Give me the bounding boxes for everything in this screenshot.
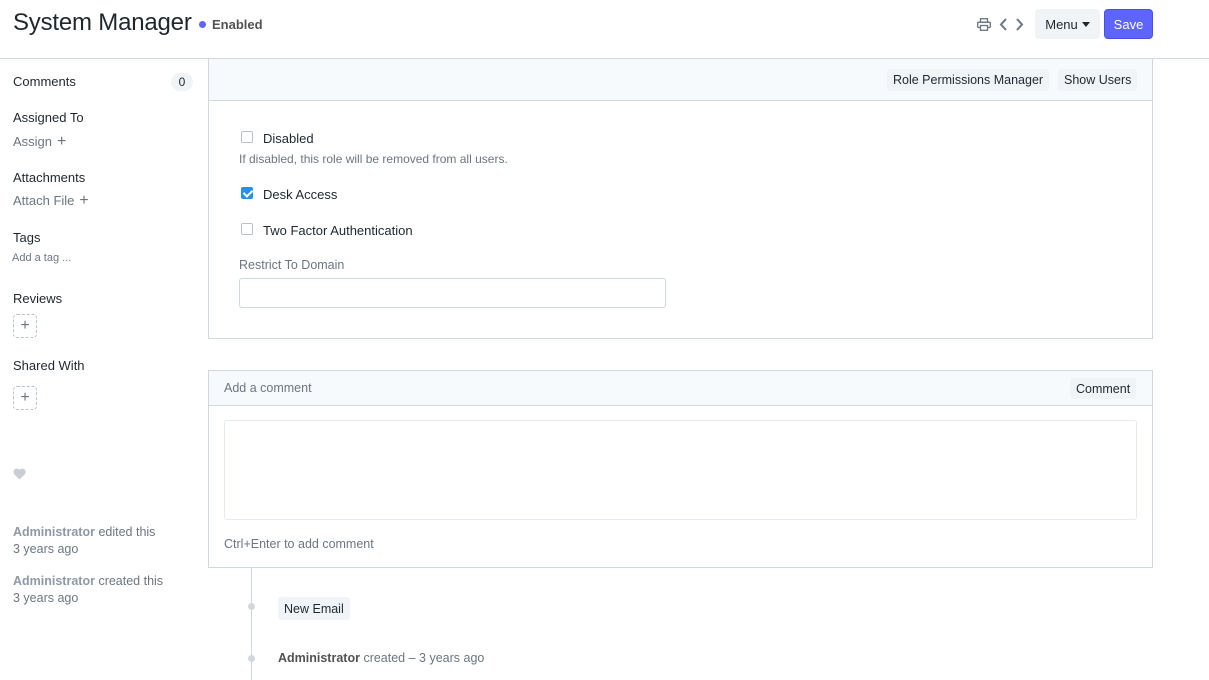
tags-label: Tags	[13, 230, 41, 245]
disabled-checkbox[interactable]	[241, 131, 253, 143]
reviews-label: Reviews	[13, 291, 63, 306]
sidebar-comments-label[interactable]: Comments	[13, 74, 76, 89]
timeline-dot-icon	[248, 655, 255, 662]
activity-user[interactable]: Administrator	[13, 525, 95, 539]
activity-item: Administrator created this 3 years ago	[13, 573, 163, 607]
attach-file-button[interactable]: Attach File +	[13, 192, 89, 209]
desk-access-label: Desk Access	[263, 187, 338, 202]
assign-label: Assign	[13, 134, 53, 149]
add-review-button[interactable]: +	[13, 314, 37, 338]
activity-user[interactable]: Administrator	[13, 574, 95, 588]
status-indicator: Enabled	[199, 17, 263, 32]
attach-file-label: Attach File	[13, 193, 75, 208]
attachments-label: Attachments	[13, 170, 86, 185]
page-title: System Manager	[13, 9, 192, 36]
shared-with-label: Shared With	[13, 358, 85, 373]
timeline-entry-text: created – 3 years ago	[363, 651, 485, 665]
role-permissions-manager-button[interactable]: Role Permissions Manager	[887, 69, 1050, 91]
comment-header: Add a comment Comment	[209, 371, 1152, 406]
plus-icon: +	[79, 192, 89, 209]
comment-input[interactable]	[224, 420, 1137, 520]
desk-access-checkbox[interactable]	[241, 187, 253, 199]
two-factor-label: Two Factor Authentication	[263, 223, 413, 238]
activity-item: Administrator edited this 3 years ago	[13, 524, 155, 558]
assign-button[interactable]: Assign +	[13, 133, 67, 150]
two-factor-checkbox[interactable]	[241, 223, 253, 235]
activity-time: 3 years ago	[13, 591, 79, 605]
show-users-button[interactable]: Show Users	[1058, 69, 1138, 91]
plus-icon: +	[20, 317, 30, 334]
next-record-icon[interactable]	[1010, 14, 1028, 34]
plus-icon: +	[20, 389, 30, 406]
timeline-user[interactable]: Administrator	[278, 651, 360, 665]
comment-placeholder: Add a comment	[224, 381, 312, 395]
activity-action: created this	[98, 574, 164, 588]
disabled-label: Disabled	[263, 131, 314, 146]
timeline-line	[251, 568, 252, 680]
status-dot-icon	[199, 21, 206, 28]
heart-icon[interactable]	[13, 468, 26, 481]
activity-action: edited this	[98, 525, 156, 539]
status-label: Enabled	[212, 17, 263, 32]
comment-button[interactable]: Comment	[1070, 378, 1137, 399]
add-tag-input[interactable]: Add a tag ...	[12, 252, 71, 264]
assigned-to-label: Assigned To	[13, 110, 84, 125]
timeline-dot-icon	[248, 603, 255, 610]
print-icon[interactable]	[975, 14, 993, 34]
comment-hint: Ctrl+Enter to add comment	[224, 537, 374, 551]
menu-button[interactable]: Menu	[1035, 9, 1100, 39]
form-panel: Role Permissions Manager Show Users Disa…	[208, 58, 1153, 339]
timeline-entry: Administrator created – 3 years ago	[278, 651, 484, 665]
new-email-button[interactable]: New Email	[278, 597, 350, 620]
restrict-to-domain-input[interactable]	[239, 278, 666, 308]
save-button[interactable]: Save	[1104, 9, 1153, 39]
form-toolbar: Role Permissions Manager Show Users	[209, 59, 1152, 101]
activity-time: 3 years ago	[13, 542, 79, 556]
comments-count-badge: 0	[171, 73, 193, 91]
comment-panel: Add a comment Comment Ctrl+Enter to add …	[208, 370, 1153, 568]
disabled-help-text: If disabled, this role will be removed f…	[239, 152, 508, 166]
restrict-to-domain-label: Restrict To Domain	[239, 258, 345, 272]
page-header: System Manager Enabled Menu Save	[0, 0, 1209, 59]
menu-button-label: Menu	[1045, 16, 1078, 32]
plus-icon: +	[57, 133, 67, 150]
add-share-button[interactable]: +	[13, 386, 37, 410]
caret-down-icon	[1081, 21, 1090, 27]
